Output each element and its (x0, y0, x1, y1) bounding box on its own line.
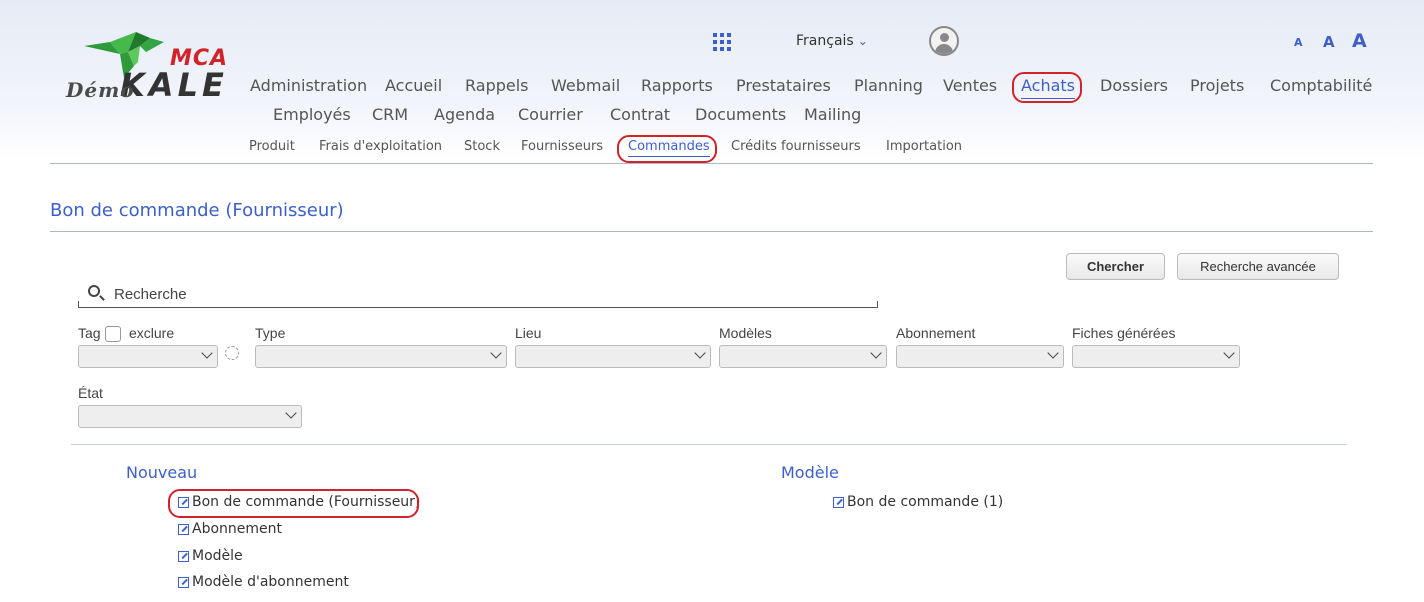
user-avatar[interactable] (929, 26, 959, 56)
subnav-commandes[interactable]: Commandes (628, 139, 710, 157)
type-label: Type (255, 325, 286, 341)
subnav-importation[interactable]: Importation (886, 139, 962, 154)
chevron-down-icon (870, 347, 882, 359)
advanced-search-button[interactable]: Recherche avancée (1177, 253, 1339, 280)
subnav-produit[interactable]: Produit (249, 139, 295, 154)
nav-prestataires[interactable]: Prestataires (736, 76, 831, 95)
chevron-down-icon (285, 407, 297, 419)
nav-dossiers[interactable]: Dossiers (1100, 76, 1168, 95)
search-icon (88, 285, 100, 297)
logo-kale: KALE (120, 66, 228, 104)
nav-contrat[interactable]: Contrat (610, 105, 670, 124)
modele-title: Modèle (781, 463, 839, 482)
link-label: Abonnement (192, 521, 283, 537)
exclude-label: exclure (129, 325, 175, 341)
external-link-icon (178, 523, 189, 535)
nav-planning[interactable]: Planning (854, 76, 923, 95)
tag-mode-radio[interactable] (225, 346, 239, 360)
template-purchase-order-link[interactable]: Bon de commande (1) (833, 494, 1003, 510)
search-button[interactable]: Chercher (1066, 253, 1165, 280)
subnav-credits-fournisseurs[interactable]: Crédits fournisseurs (731, 139, 861, 154)
nav-rappels[interactable]: Rappels (465, 76, 529, 95)
subnav-fournisseurs[interactable]: Fournisseurs (521, 139, 603, 154)
nav-accueil[interactable]: Accueil (385, 76, 442, 95)
tag-select[interactable] (78, 345, 218, 368)
external-link-icon (178, 576, 189, 588)
link-label: Modèle (192, 548, 243, 564)
nouveau-title: Nouveau (126, 463, 198, 482)
app-logo[interactable]: MCA KALE Démo (60, 30, 240, 108)
nav-divider (50, 163, 1373, 164)
nav-achats-label: Achats (1021, 76, 1076, 95)
nav-administration[interactable]: Administration (250, 76, 367, 95)
link-label: Bon de commande (Fournisseur) (192, 494, 421, 510)
new-subscription-link[interactable]: Abonnement (178, 521, 282, 537)
language-label: Français (796, 33, 854, 49)
font-size-medium-button[interactable]: A (1323, 33, 1335, 51)
filters-divider (71, 444, 1347, 445)
subnav-frais-exploitation[interactable]: Frais d'exploitation (319, 139, 442, 154)
chevron-down-icon: ⌄ (857, 34, 868, 48)
page-title: Bon de commande (Fournisseur) (50, 200, 344, 221)
language-selector[interactable]: Français ⌄ (796, 33, 868, 49)
abonnement-select[interactable] (896, 345, 1064, 368)
etat-select[interactable] (78, 405, 302, 428)
new-subscription-template-link[interactable]: Modèle d'abonnement (178, 574, 349, 590)
title-divider (50, 231, 1373, 232)
nav-courrier[interactable]: Courrier (518, 105, 583, 124)
nav-employes[interactable]: Employés (273, 105, 351, 124)
link-label: Modèle d'abonnement (192, 574, 349, 590)
subnav-commandes-label: Commandes (628, 139, 710, 154)
font-size-large-button[interactable]: A (1352, 30, 1367, 52)
link-label: Bon de commande (1) (847, 494, 1004, 510)
nav-crm[interactable]: CRM (372, 105, 408, 124)
new-template-link[interactable]: Modèle (178, 548, 243, 564)
lieu-label: Lieu (515, 325, 542, 341)
apps-grid-icon[interactable] (713, 33, 731, 51)
external-link-icon (833, 496, 844, 508)
new-purchase-order-link[interactable]: Bon de commande (Fournisseur) (178, 494, 420, 510)
tag-label: Tag (78, 325, 101, 341)
nav-achats[interactable]: Achats (1021, 76, 1076, 99)
nav-agenda[interactable]: Agenda (434, 105, 495, 124)
external-link-icon (178, 550, 189, 562)
logo-demo: Démo (66, 78, 135, 102)
font-size-small-button[interactable]: A (1294, 36, 1303, 49)
search-bar (78, 282, 878, 308)
chevron-down-icon (490, 347, 502, 359)
abonnement-label: Abonnement (896, 325, 976, 341)
type-select[interactable] (255, 345, 507, 368)
search-input[interactable] (114, 284, 854, 304)
chevron-down-icon (694, 347, 706, 359)
chevron-down-icon (1047, 347, 1059, 359)
nav-ventes[interactable]: Ventes (943, 76, 997, 95)
chevron-down-icon (201, 347, 213, 359)
nav-documents[interactable]: Documents (695, 105, 786, 124)
nav-webmail[interactable]: Webmail (551, 76, 620, 95)
lieu-select[interactable] (515, 345, 711, 368)
external-link-icon (178, 496, 189, 508)
fiches-label: Fiches générées (1072, 325, 1176, 341)
modeles-select[interactable] (719, 345, 887, 368)
nav-rapports[interactable]: Rapports (641, 76, 713, 95)
etat-label: État (78, 385, 103, 401)
nav-mailing[interactable]: Mailing (804, 105, 861, 124)
chevron-down-icon (1223, 347, 1235, 359)
exclude-checkbox[interactable] (105, 326, 121, 342)
subnav-stock[interactable]: Stock (464, 139, 500, 154)
nav-projets[interactable]: Projets (1190, 76, 1244, 95)
nav-comptabilite[interactable]: Comptabilité (1270, 76, 1372, 95)
modeles-label: Modèles (719, 325, 772, 341)
fiches-select[interactable] (1072, 345, 1240, 368)
